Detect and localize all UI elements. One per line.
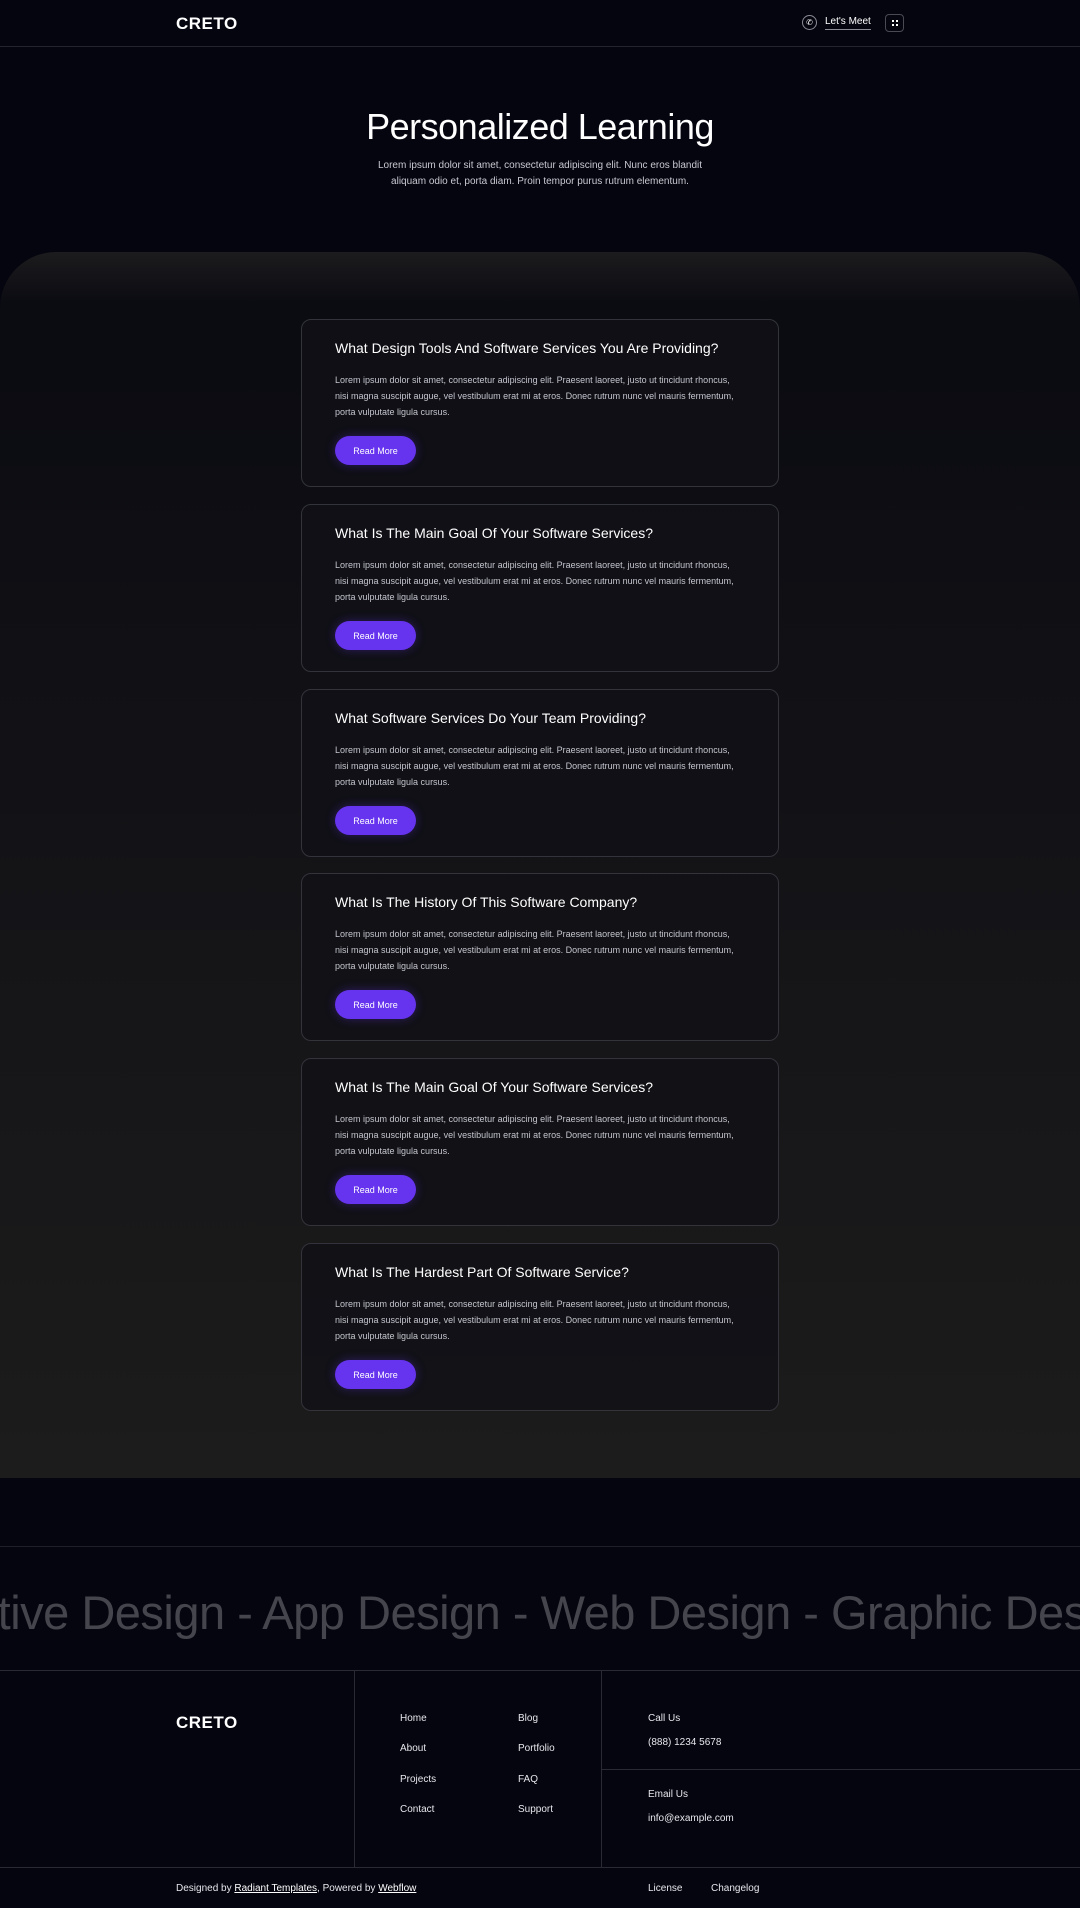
footer-link-about[interactable]: About (400, 1743, 426, 1754)
footer-divider (354, 1671, 355, 1868)
services-marquee: ative Design - App Design - Web Design -… (0, 1546, 1080, 1671)
faq-panel: What Design Tools And Software Services … (0, 252, 1080, 1478)
menu-dot-icon (891, 20, 894, 22)
faq-card: What Is The Hardest Part Of Software Ser… (301, 1243, 779, 1411)
footer-link-portfolio[interactable]: Portfolio (518, 1743, 555, 1754)
faq-card: What Is The Main Goal Of Your Software S… (301, 1058, 779, 1226)
footer-link-contact[interactable]: Contact (400, 1804, 434, 1815)
license-link[interactable]: License (648, 1883, 682, 1894)
email-us-label: Email Us (648, 1789, 689, 1800)
webflow-link[interactable]: Webflow (378, 1883, 416, 1894)
credits-powered-prefix: , Powered by (317, 1883, 379, 1894)
credits-designed-prefix: Designed by (176, 1883, 235, 1894)
footer-divider (0, 1867, 1080, 1868)
read-more-button[interactable]: Read More (335, 1175, 416, 1204)
marquee-text: ative Design - App Design - Web Design -… (0, 1586, 1080, 1639)
menu-dot-icon (891, 24, 894, 26)
call-us-label: Call Us (648, 1713, 681, 1724)
lets-meet-label: Let's Meet (825, 16, 871, 30)
credits: Designed by Radiant Templates, Powered b… (176, 1883, 416, 1894)
faq-card-title: What Is The Main Goal Of Your Software S… (335, 525, 654, 541)
read-more-button[interactable]: Read More (335, 806, 416, 835)
menu-grid-button[interactable] (885, 14, 904, 32)
faq-card-text: Lorem ipsum dolor sit amet, consectetur … (335, 1299, 734, 1341)
footer-link-home[interactable]: Home (400, 1713, 427, 1724)
email-link[interactable]: info@example.com (648, 1813, 734, 1824)
faq-card: What Design Tools And Software Services … (301, 319, 779, 487)
phone-icon: ✆ (802, 15, 817, 30)
logo[interactable]: CRETO (176, 14, 238, 34)
hero-description: Lorem ipsum dolor sit amet, consectetur … (377, 160, 703, 187)
footer-link-projects[interactable]: Projects (400, 1774, 436, 1785)
faq-card: What Is The History Of This Software Com… (301, 873, 779, 1041)
faq-card-title: What Is The Main Goal Of Your Software S… (335, 1079, 654, 1095)
faq-card-text: Lorem ipsum dolor sit amet, consectetur … (335, 745, 734, 787)
menu-dot-icon (895, 20, 898, 22)
faq-card-text: Lorem ipsum dolor sit amet, consectetur … (335, 1114, 734, 1156)
faq-card-title: What Software Services Do Your Team Prov… (335, 710, 647, 726)
faq-card-title: What Is The Hardest Part Of Software Ser… (335, 1264, 629, 1280)
read-more-button[interactable]: Read More (335, 990, 416, 1019)
page-title: Personalized Learning (366, 106, 714, 147)
changelog-link[interactable]: Changelog (711, 1883, 759, 1894)
footer-link-faq[interactable]: FAQ (518, 1774, 538, 1785)
faq-card: What Software Services Do Your Team Prov… (301, 689, 779, 857)
faq-card: What Is The Main Goal Of Your Software S… (301, 504, 779, 672)
faq-card-title: What Design Tools And Software Services … (335, 340, 719, 356)
faq-card-text: Lorem ipsum dolor sit amet, consectetur … (335, 375, 734, 417)
menu-dot-icon (895, 24, 898, 26)
lets-meet-link[interactable]: ✆ Let's Meet (802, 15, 871, 30)
faq-card-title: What Is The History Of This Software Com… (335, 894, 638, 910)
faq-card-text: Lorem ipsum dolor sit amet, consectetur … (335, 929, 734, 971)
footer-link-support[interactable]: Support (518, 1804, 553, 1815)
read-more-button[interactable]: Read More (335, 436, 416, 465)
read-more-button[interactable]: Read More (335, 621, 416, 650)
phone-number-link[interactable]: (888) 1234 5678 (648, 1737, 721, 1748)
radiant-templates-link[interactable]: Radiant Templates (234, 1883, 317, 1894)
read-more-button[interactable]: Read More (335, 1360, 416, 1389)
footer-logo[interactable]: CRETO (176, 1713, 238, 1733)
footer-link-blog[interactable]: Blog (518, 1713, 538, 1724)
footer-divider (601, 1769, 1080, 1770)
site-header: CRETO ✆ Let's Meet (0, 0, 1080, 47)
faq-card-text: Lorem ipsum dolor sit amet, consectetur … (335, 560, 734, 602)
